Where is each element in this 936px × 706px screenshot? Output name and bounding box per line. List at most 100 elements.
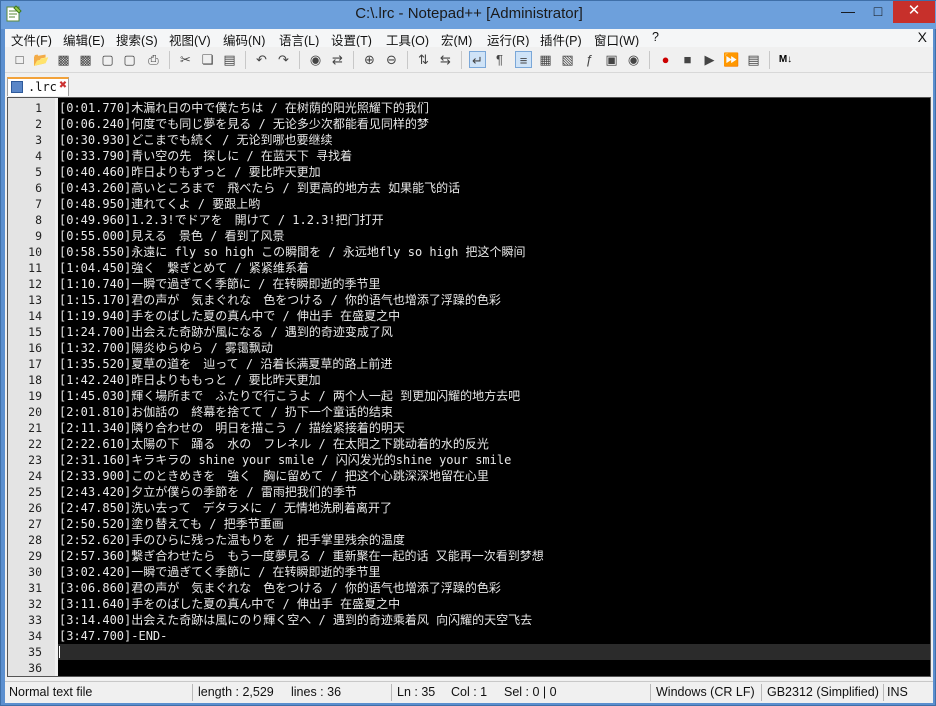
line-text[interactable]: [1:42.240]昨日よりももっと / 要比昨天更加: [59, 372, 321, 388]
line-text[interactable]: [0:40.460]昨日よりもずっと / 要比昨天更加: [59, 164, 321, 180]
editor-line[interactable]: 25 [2:43.420]夕立が僕らの季節を / 雷雨把我们的季节: [8, 484, 930, 500]
copy-icon[interactable]: ❏: [199, 51, 216, 68]
line-text[interactable]: [0:06.240]何度でも同じ夢を見る / 无论多少次都能看见同样的梦: [59, 116, 429, 132]
editor-line[interactable]: 16 [1:32.700]陽炎ゆらゆら / 雾霭飘动: [8, 340, 930, 356]
line-text[interactable]: [3:11.640]手をのばした夏の真ん中で / 伸出手 在盛夏之中: [59, 596, 400, 612]
editor-line[interactable]: 32 [3:11.640]手をのばした夏の真ん中で / 伸出手 在盛夏之中: [8, 596, 930, 612]
line-text[interactable]: [1:24.700]出会えた奇跡が風になる / 遇到的奇迹变成了风: [59, 324, 393, 340]
line-text[interactable]: [2:47.850]洗い去って デタラメに / 无情地洗刷着离开了: [59, 500, 392, 516]
line-text[interactable]: [0:30.930]どこまでも続く / 无论到哪也要继续: [59, 132, 333, 148]
editor-line[interactable]: 17 [1:35.520]夏草の道を 辿って / 沿着长满夏草的路上前进: [8, 356, 930, 372]
markdown-icon[interactable]: M↓: [777, 51, 794, 68]
editor-line[interactable]: 15 [1:24.700]出会えた奇跡が風になる / 遇到的奇迹变成了风: [8, 324, 930, 340]
open-file-icon[interactable]: 📂: [33, 51, 50, 68]
line-text[interactable]: [3:47.700]-END-: [59, 628, 167, 644]
maximize-button[interactable]: □: [863, 1, 893, 23]
line-text[interactable]: [1:35.520]夏草の道を 辿って / 沿着长满夏草的路上前进: [59, 356, 392, 372]
redo-icon[interactable]: ↷: [275, 51, 292, 68]
editor-lines[interactable]: 1 [0:01.770]木漏れ日の中で僕たちは / 在树荫的阳光照耀下的我们 2 [0…: [8, 100, 930, 676]
editor-line[interactable]: 21 [2:11.340]隣り合わせの 明日を描こう / 描绘紧接着的明天: [8, 420, 930, 436]
word-wrap-icon[interactable]: ↵: [469, 51, 486, 68]
editor-line[interactable]: 26 [2:47.850]洗い去って デタラメに / 无情地洗刷着离开了: [8, 500, 930, 516]
doc-map-icon[interactable]: ▧: [559, 51, 576, 68]
line-text[interactable]: [2:22.610]太陽の下 踊る 水の フレネル / 在太阳之下跳动着的水的反…: [59, 436, 489, 452]
indent-guide-icon[interactable]: ≡: [515, 51, 532, 68]
status-eol-format[interactable]: Windows (CR LF): [656, 685, 755, 699]
tab-close-icon[interactable]: ✖: [58, 80, 68, 91]
minimize-button[interactable]: —: [833, 1, 863, 23]
editor-line[interactable]: 30 [3:02.420]一瞬で過ぎてく季節に / 在转瞬即逝的季节里: [8, 564, 930, 580]
document-tab[interactable]: .lrc ✖: [7, 77, 69, 96]
zoom-in-icon[interactable]: ⊕: [361, 51, 378, 68]
line-text[interactable]: [2:43.420]夕立が僕らの季節を / 雷雨把我们的季节: [59, 484, 357, 500]
line-text[interactable]: [2:33.900]このときめきを 強く 胸に留めて / 把这个心跳深深地留在心…: [59, 468, 489, 484]
line-text[interactable]: [1:32.700]陽炎ゆらゆら / 雾霭飘动: [59, 340, 273, 356]
editor-line[interactable]: 1 [0:01.770]木漏れ日の中で僕たちは / 在树荫的阳光照耀下的我们: [8, 100, 930, 116]
editor-line[interactable]: 27 [2:50.520]塗り替えても / 把季节重画: [8, 516, 930, 532]
paste-icon[interactable]: ▤: [221, 51, 238, 68]
editor-line[interactable]: 5 [0:40.460]昨日よりもずっと / 要比昨天更加: [8, 164, 930, 180]
line-text[interactable]: [0:49.960]1.2.3!でドアを 開けて / 1.2.3!把门打开: [59, 212, 384, 228]
editor-line[interactable]: 29 [2:57.360]繋ぎ合わせたら もう一度夢見る / 重新聚在一起的话 又…: [8, 548, 930, 564]
editor-line[interactable]: 24 [2:33.900]このときめきを 強く 胸に留めて / 把这个心跳深深地留…: [8, 468, 930, 484]
replace-icon[interactable]: ⇄: [329, 51, 346, 68]
editor-line[interactable]: 20 [2:01.810]お伽話の 終幕を捨てて / 扔下一个童话的结束: [8, 404, 930, 420]
editor-line[interactable]: 6 [0:43.260]高いところまで 飛べたら / 到更高的地方去 如果能飞的话: [8, 180, 930, 196]
play-macro-icon[interactable]: ▶: [701, 51, 718, 68]
editor-line[interactable]: 28 [2:52.620]手のひらに残った温もりを / 把手掌里残余的温度: [8, 532, 930, 548]
editor-line[interactable]: 36: [8, 660, 930, 676]
function-list-icon[interactable]: ƒ: [581, 51, 598, 68]
line-text[interactable]: [2:31.160]キラキラの shine your smile / 闪闪发光的…: [59, 452, 511, 468]
editor-line[interactable]: 11 [1:04.450]強く 繋ぎとめて / 紧紧维系着: [8, 260, 930, 276]
editor-line[interactable]: 23 [2:31.160]キラキラの shine your smile / 闪闪发…: [8, 452, 930, 468]
line-text[interactable]: [0:43.260]高いところまで 飛べたら / 到更高的地方去 如果能飞的话: [59, 180, 460, 196]
editor-line[interactable]: 10 [0:58.550]永遠に fly so high この瞬間を / 永远地f…: [8, 244, 930, 260]
stop-macro-icon[interactable]: ■: [679, 51, 696, 68]
editor-line[interactable]: 13 [1:15.170]君の声が 気まぐれな 色をつける / 你的语气也增添了浮…: [8, 292, 930, 308]
save-all-icon[interactable]: ▩: [77, 51, 94, 68]
line-text[interactable]: [2:11.340]隣り合わせの 明日を描こう / 描绘紧接着的明天: [59, 420, 405, 436]
show-all-characters-icon[interactable]: ¶: [491, 51, 508, 68]
close-all-icon[interactable]: ▢: [121, 51, 138, 68]
undo-icon[interactable]: ↶: [253, 51, 270, 68]
editor-line[interactable]: 19 [1:45.030]輝く場所まで ふたりで行こうよ / 两个人一起 到更加闪…: [8, 388, 930, 404]
line-text[interactable]: [1:15.170]君の声が 気まぐれな 色をつける / 你的语气也增添了浮躁的…: [59, 292, 501, 308]
editor-line[interactable]: 7 [0:48.950]連れてくよ / 要跟上哟: [8, 196, 930, 212]
line-text[interactable]: [0:48.950]連れてくよ / 要跟上哟: [59, 196, 260, 212]
line-text[interactable]: [1:19.940]手をのばした夏の真ん中で / 伸出手 在盛夏之中: [59, 308, 400, 324]
line-text[interactable]: [3:02.420]一瞬で過ぎてく季節に / 在转瞬即逝的季节里: [59, 564, 381, 580]
sync-vertical-icon[interactable]: ⇅: [415, 51, 432, 68]
title-bar[interactable]: C:\.lrc - Notepad++ [Administrator] — □ …: [1, 1, 936, 29]
zoom-out-icon[interactable]: ⊖: [383, 51, 400, 68]
cut-icon[interactable]: ✂: [177, 51, 194, 68]
line-text[interactable]: [3:14.400]出会えた奇跡は風にのり輝く空へ / 遇到的奇迹乘着风 向闪耀…: [59, 612, 532, 628]
line-text[interactable]: [2:57.360]繋ぎ合わせたら もう一度夢見る / 重新聚在一起的话 又能再…: [59, 548, 544, 564]
line-text[interactable]: [2:50.520]塗り替えても / 把季节重画: [59, 516, 284, 532]
new-file-icon[interactable]: □: [11, 51, 28, 68]
line-text[interactable]: [2:52.620]手のひらに残った温もりを / 把手掌里残余的温度: [59, 532, 405, 548]
user-language-icon[interactable]: ▦: [537, 51, 554, 68]
close-file-icon[interactable]: ▢: [99, 51, 116, 68]
editor-line[interactable]: 22 [2:22.610]太陽の下 踊る 水の フレネル / 在太阳之下跳动着的水…: [8, 436, 930, 452]
line-text[interactable]: [0:55.000]見える 景色 / 看到了风景: [59, 228, 285, 244]
folder-as-workspace-icon[interactable]: ▣: [603, 51, 620, 68]
find-icon[interactable]: ◉: [307, 51, 324, 68]
line-text[interactable]: [3:06.860]君の声が 気まぐれな 色をつける / 你的语气也增添了浮躁的…: [59, 580, 501, 596]
editor-line[interactable]: 34 [3:47.700]-END-: [8, 628, 930, 644]
line-text[interactable]: [2:01.810]お伽話の 終幕を捨てて / 扔下一个童话的结束: [59, 404, 393, 420]
editor-line[interactable]: 18 [1:42.240]昨日よりももっと / 要比昨天更加: [8, 372, 930, 388]
line-text[interactable]: [0:33.790]青い空の先 探しに / 在蓝天下 寻找着: [59, 148, 352, 164]
print-icon[interactable]: ⎙: [145, 51, 162, 68]
run-macro-multiple-icon[interactable]: ⏩: [723, 51, 740, 68]
line-text[interactable]: [1:45.030]輝く場所まで ふたりで行こうよ / 两个人一起 到更加闪耀的…: [59, 388, 520, 404]
editor-area[interactable]: 1 [0:01.770]木漏れ日の中で僕たちは / 在树荫的阳光照耀下的我们 2 [0…: [7, 97, 931, 677]
editor-line[interactable]: 31 [3:06.860]君の声が 気まぐれな 色をつける / 你的语气也增添了浮…: [8, 580, 930, 596]
editor-line[interactable]: 14 [1:19.940]手をのばした夏の真ん中で / 伸出手 在盛夏之中: [8, 308, 930, 324]
editor-line[interactable]: 8 [0:49.960]1.2.3!でドアを 開けて / 1.2.3!把门打开: [8, 212, 930, 228]
line-text[interactable]: [1:04.450]強く 繋ぎとめて / 紧紧维系着: [59, 260, 309, 276]
save-icon[interactable]: ▩: [55, 51, 72, 68]
line-text[interactable]: [1:10.740]一瞬で過ぎてく季節に / 在转瞬即逝的季节里: [59, 276, 381, 292]
editor-line[interactable]: 35: [8, 644, 930, 660]
status-insert-mode[interactable]: INS: [887, 685, 908, 699]
editor-line[interactable]: 33 [3:14.400]出会えた奇跡は風にのり輝く空へ / 遇到的奇迹乘着风 向…: [8, 612, 930, 628]
